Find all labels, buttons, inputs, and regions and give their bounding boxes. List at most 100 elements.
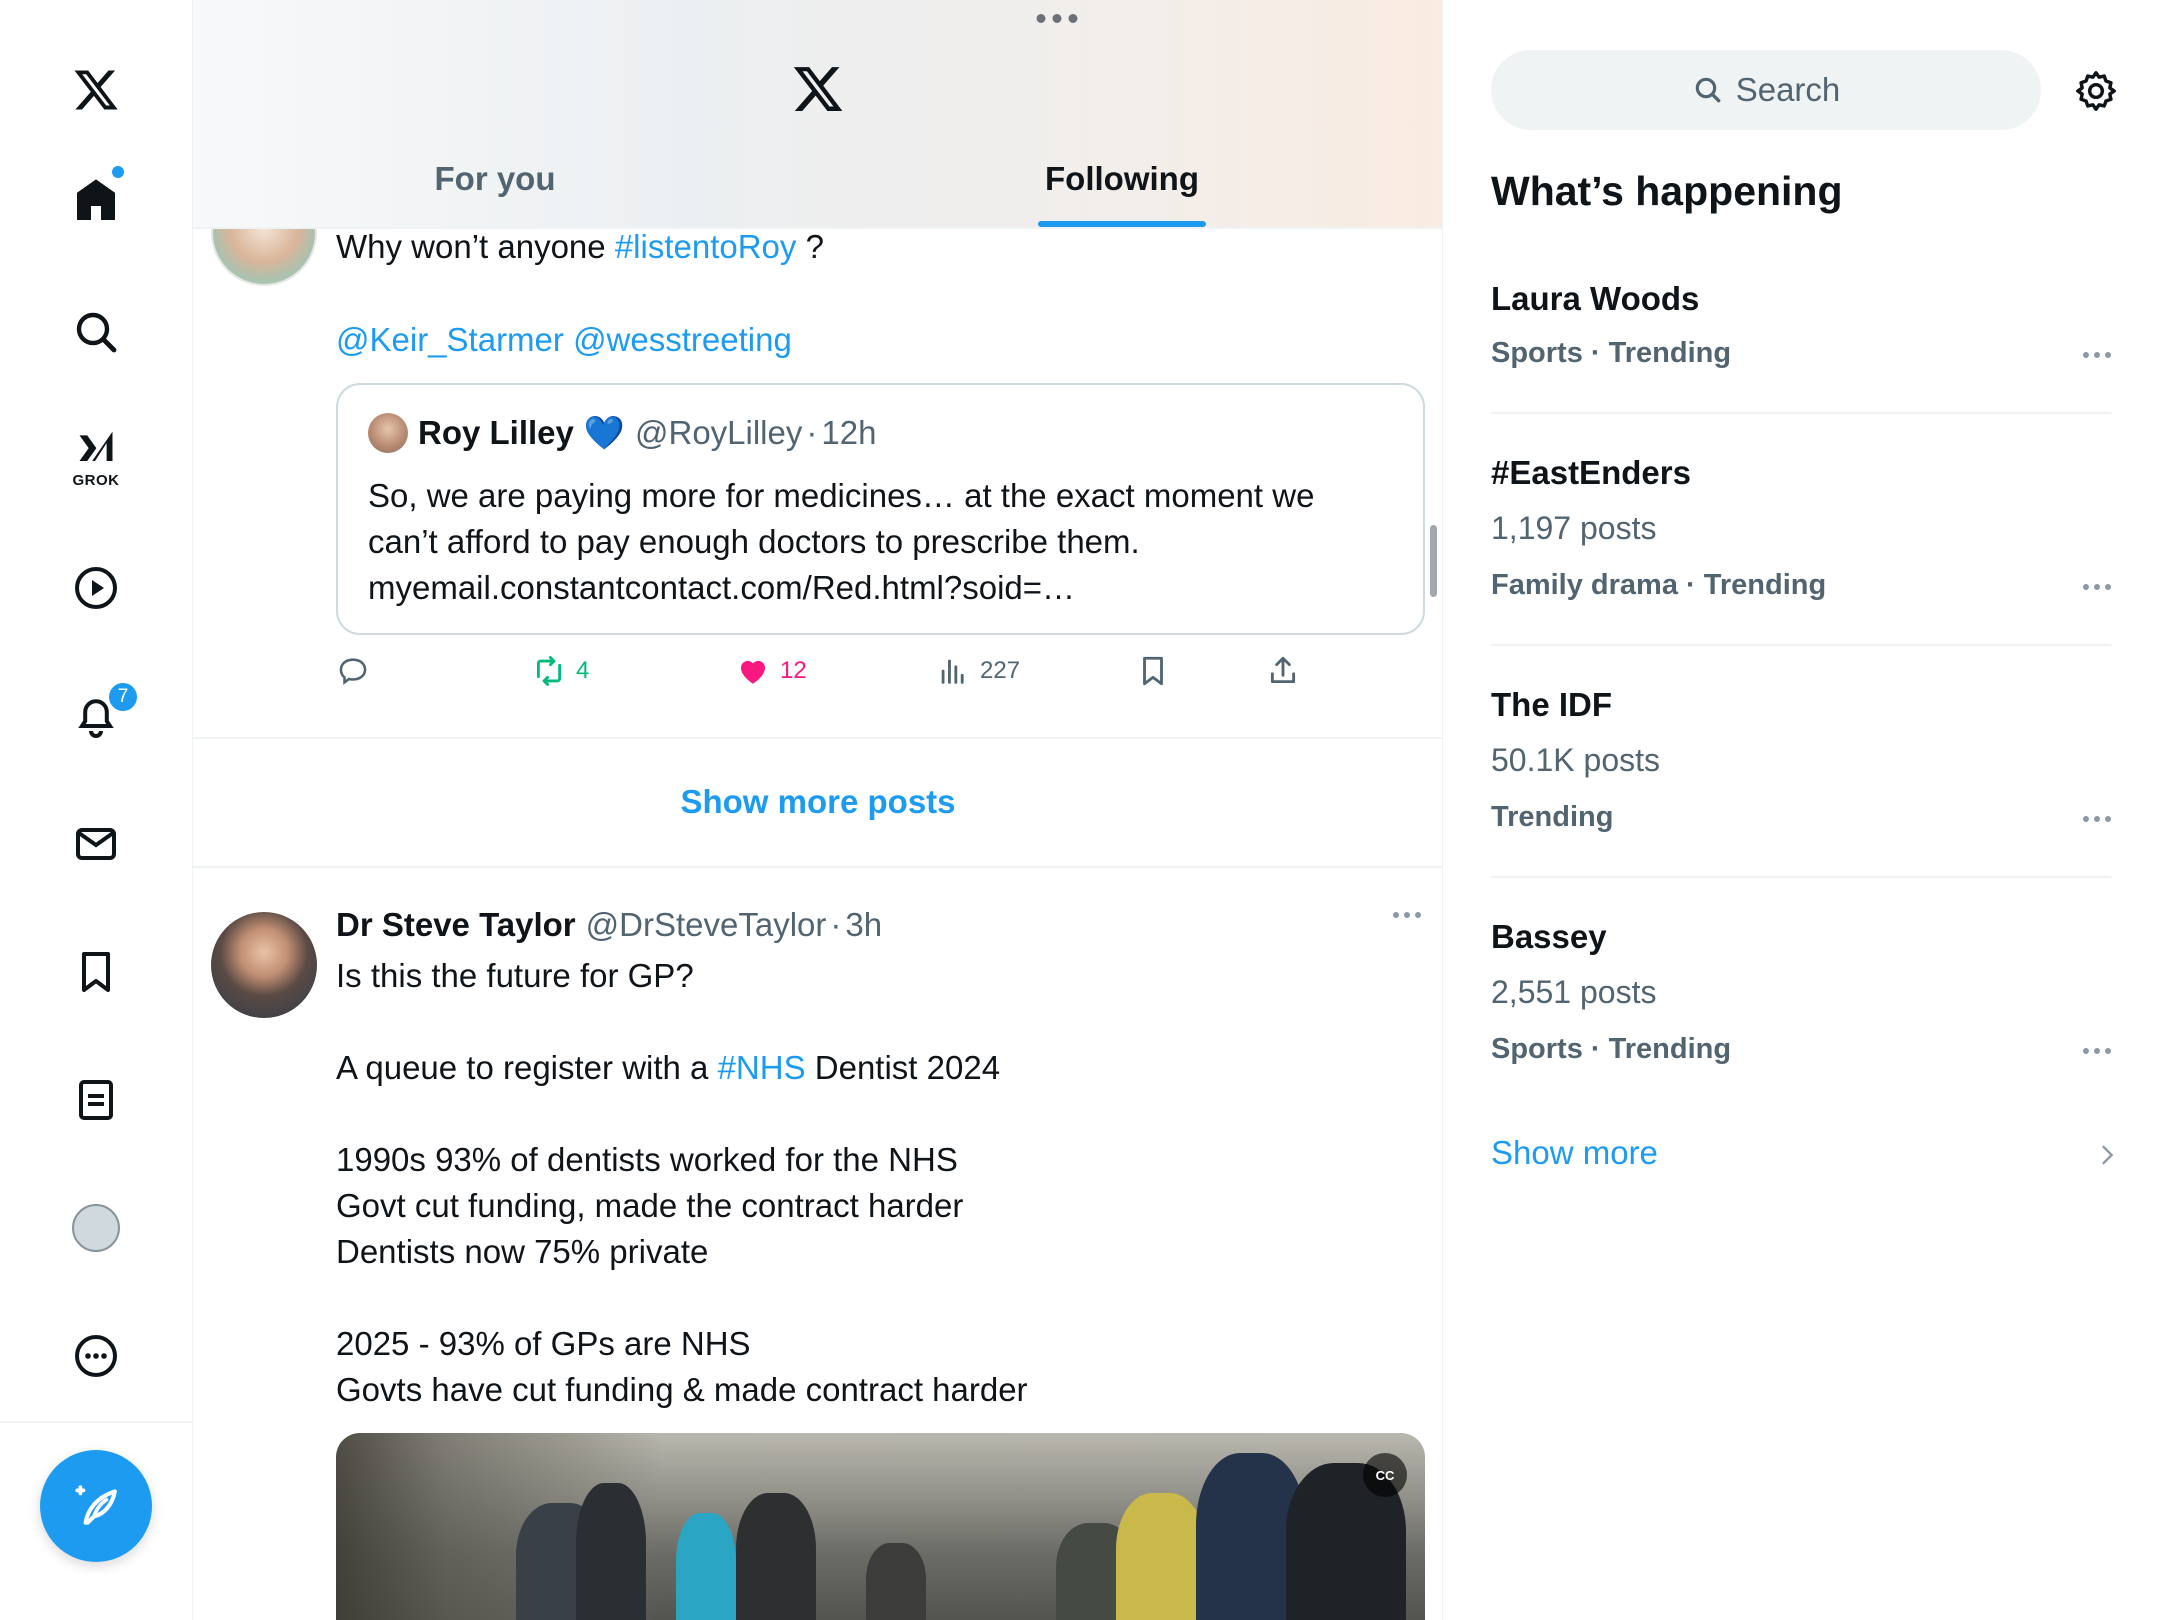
post-text-line: Is this the future for GP?	[336, 957, 694, 994]
video-play-icon[interactable]	[56, 548, 136, 628]
window-handle-dots-icon[interactable]	[1036, 14, 1078, 23]
views-button[interactable]: 227	[936, 654, 1020, 688]
post-text-line: 2025 - 93% of GPs are NHS	[336, 1325, 751, 1362]
post-text-line: Govts have cut funding & made contract h…	[336, 1371, 1028, 1408]
post-text-segment: ?	[796, 228, 824, 265]
trend-more-icon[interactable]	[2083, 584, 2111, 590]
trend-item[interactable]: The IDF 50.1K posts Trending	[1491, 686, 2111, 846]
verified-heart-emoji: 💙	[583, 413, 625, 451]
trend-post-count: 1,197 posts	[1491, 510, 1657, 546]
separator-dot: ·	[830, 906, 842, 943]
share-button[interactable]	[1266, 654, 1300, 688]
trend-divider	[1491, 412, 2111, 414]
post-divider	[193, 737, 1442, 739]
timeline-header: For you Following	[193, 0, 1442, 229]
more-options-icon[interactable]	[56, 1316, 136, 1396]
post-text-line: Govt cut funding, made the contract hard…	[336, 1187, 964, 1224]
post-text: Is this the future for GP? A queue to re…	[336, 953, 1028, 1413]
trend-name: Laura Woods	[1491, 280, 1700, 317]
explore-search-icon[interactable]	[56, 292, 136, 372]
quoted-text-line: myemail.constantcontact.com/Red.html?soi…	[368, 569, 1076, 606]
trend-post-count: 2,551 posts	[1491, 974, 1657, 1010]
search-input[interactable]: Search	[1491, 50, 2041, 130]
like-button[interactable]: 12	[736, 654, 807, 688]
grok-icon[interactable]: GROK	[56, 418, 136, 498]
trend-item[interactable]: Laura Woods Sports · Trending	[1491, 280, 2111, 400]
retweet-icon	[536, 656, 562, 686]
post-text-line: 1990s 93% of dentists worked for the NHS	[336, 1141, 958, 1178]
post-video-media[interactable]: CC	[336, 1433, 1425, 1620]
notifications-badge: 7	[106, 680, 140, 714]
timeline-column: Why won’t anyone #listentoRoy ? @Keir_St…	[193, 0, 1443, 1620]
grok-label: GROK	[72, 472, 120, 489]
separator-dot: ·	[806, 414, 818, 451]
messages-mail-icon[interactable]	[56, 804, 136, 884]
right-sidebar: Search What’s happening Laura Woods Spor…	[1443, 0, 2160, 1620]
post-author-avatar[interactable]	[211, 912, 317, 1018]
trend-category: Sports · Trending	[1491, 337, 1732, 369]
left-nav: GROK 7	[0, 0, 193, 1620]
trend-divider	[1491, 876, 2111, 878]
post-time[interactable]: 3h	[845, 906, 882, 944]
profile-avatar[interactable]	[56, 1188, 136, 1268]
share-icon	[1270, 656, 1296, 684]
bookmark-icon	[1143, 656, 1163, 686]
quoted-post[interactable]: Roy Lilley 💙 @RoyLilley · 12h So, we are…	[336, 383, 1425, 635]
post-author-name[interactable]: Dr Steve Taylor	[336, 906, 576, 944]
retweet-button[interactable]: 4	[532, 654, 589, 688]
x-logo-icon[interactable]	[56, 50, 136, 130]
tab-following[interactable]: Following	[1045, 160, 1199, 198]
trend-more-icon[interactable]	[2083, 352, 2111, 358]
trend-more-icon[interactable]	[2083, 1048, 2111, 1054]
show-more-trends-link[interactable]: Show more	[1491, 1134, 1658, 1172]
trend-item[interactable]: #EastEnders 1,197 posts Family drama · T…	[1491, 454, 2111, 614]
quoted-post-text: So, we are paying more for medicines… at…	[368, 473, 1408, 611]
mention-link[interactable]: @Keir_Starmer	[336, 321, 564, 358]
notifications-bell-icon[interactable]: 7	[56, 676, 140, 756]
mention-link[interactable]: @wesstreeting	[573, 321, 792, 358]
whats-happening-title: What’s happening	[1491, 168, 1843, 214]
quoted-author-name: Roy Lilley	[418, 414, 574, 451]
chevron-right-icon[interactable]	[2093, 1141, 2121, 1169]
post-text: Why won’t anyone #listentoRoy ?	[336, 224, 824, 270]
trend-divider	[1491, 644, 2111, 646]
trend-more-icon[interactable]	[2083, 816, 2111, 822]
like-heart-icon	[740, 660, 766, 684]
lists-icon[interactable]	[56, 1060, 136, 1140]
closed-captions-icon[interactable]: CC	[1363, 1453, 1407, 1497]
reply-icon	[339, 658, 367, 685]
scrollbar-thumb[interactable]	[1430, 525, 1437, 597]
show-more-posts-link[interactable]: Show more posts	[680, 783, 955, 821]
home-icon[interactable]	[56, 160, 136, 240]
trend-item[interactable]: Bassey 2,551 posts Sports · Trending	[1491, 918, 2111, 1078]
hashtag-link[interactable]: #listentoRoy	[615, 228, 797, 265]
trend-category: Trending	[1491, 801, 1614, 833]
trend-name: Bassey	[1491, 918, 1607, 955]
quoted-text-line: So, we are paying more for medicines… at…	[368, 477, 1315, 514]
post-text-line: A queue to register with a #NHS Dentist …	[336, 1045, 1028, 1091]
post-author-handle[interactable]: @DrSteveTaylor	[586, 906, 827, 944]
trend-name: #EastEnders	[1491, 454, 1691, 491]
search-icon	[1695, 77, 1721, 103]
post-text-segment: Dentist 2024	[805, 1049, 1001, 1086]
post-more-menu-icon[interactable]	[1393, 912, 1421, 918]
compose-post-button[interactable]	[40, 1450, 152, 1562]
bookmark-button[interactable]	[1136, 654, 1170, 688]
tab-for-you[interactable]: For you	[435, 160, 556, 198]
hashtag-link[interactable]: #NHS	[718, 1049, 806, 1086]
views-chart-icon	[941, 659, 964, 684]
trend-category: Family drama · Trending	[1491, 569, 1827, 601]
quoted-post-time: 12h	[821, 414, 877, 451]
bookmarks-icon[interactable]	[56, 932, 136, 1012]
trend-category: Sports · Trending	[1491, 1033, 1732, 1065]
post-text-segment: A queue to register with a	[336, 1049, 718, 1086]
settings-gear-icon[interactable]	[2073, 68, 2119, 114]
nav-divider	[0, 1421, 193, 1423]
quoted-text-line: can’t afford to pay enough doctors to pr…	[368, 523, 1140, 560]
active-tab-indicator	[1038, 221, 1206, 227]
views-count: 227	[980, 657, 1021, 684]
trend-post-count: 50.1K posts	[1491, 742, 1660, 778]
reply-button[interactable]	[336, 654, 370, 688]
quoted-author-handle: @RoyLilley	[634, 414, 803, 451]
home-unread-dot	[112, 166, 124, 178]
